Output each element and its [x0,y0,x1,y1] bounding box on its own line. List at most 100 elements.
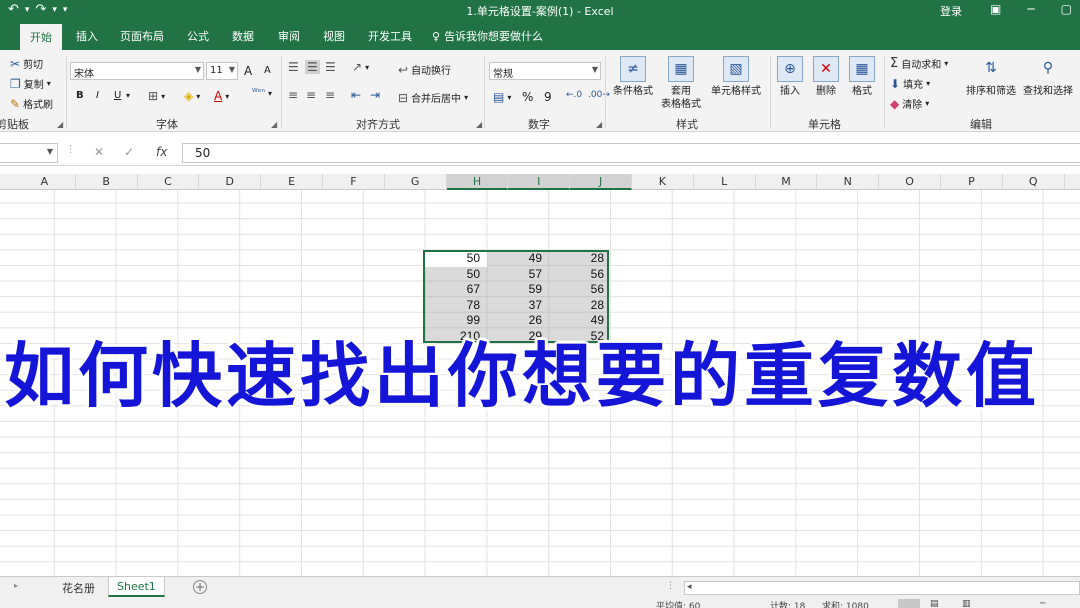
number-format-combo[interactable]: 常规 ▼ [489,62,601,80]
formula-input[interactable]: 50 [182,143,1080,163]
shrink-font-button[interactable]: A [264,65,271,76]
page-layout-view-icon[interactable]: ▤ [930,599,939,608]
minimize-icon[interactable]: ─ [1027,2,1034,16]
column-header-c[interactable]: C [138,174,200,190]
align-bottom-button[interactable]: ☰ [325,60,336,74]
cell-value[interactable]: 28 [547,251,607,266]
find-select-button[interactable]: ⚲ 查找和选择 [1020,56,1076,98]
cancel-icon[interactable]: ✕ [94,145,104,159]
fill-button[interactable]: ⬇ 填充 ▾ [890,76,930,92]
cell-value[interactable]: 59 [485,282,545,297]
cell-value[interactable]: 99 [423,313,483,328]
login-link[interactable]: 登录 [940,3,962,19]
column-header-o[interactable]: O [879,174,941,190]
align-right-button[interactable]: ≡ [325,88,335,102]
insert-function-icon[interactable]: fx [156,145,167,159]
border-button[interactable]: ⊞ ▾ [148,89,165,103]
cell-value[interactable]: 50 [423,251,483,266]
cell-value[interactable]: 50 [423,267,483,282]
tab-developer[interactable]: 开发工具 [368,28,412,44]
column-header-f[interactable]: F [323,174,385,190]
tab-page-layout[interactable]: 页面布局 [120,28,164,44]
column-header-k[interactable]: K [632,174,694,190]
number-launcher-icon[interactable]: ◢ [596,120,602,129]
tab-review[interactable]: 审阅 [278,28,300,44]
comma-style-button[interactable]: 9 [544,90,552,104]
conditional-formatting-button[interactable]: ≠ 条件格式 [610,56,656,98]
sheet-tab-roster[interactable]: 花名册 [54,577,103,597]
decrease-decimal-button[interactable]: .00→ [588,90,610,100]
column-header-m[interactable]: M [756,174,818,190]
scroll-sheets-icon[interactable]: ▸ [14,581,18,590]
column-header-r[interactable]: R [1065,174,1080,190]
maximize-icon[interactable]: ▢ [1061,2,1072,16]
cell-value[interactable]: 49 [547,313,607,328]
align-left-button[interactable]: ≡ [288,88,298,102]
copy-dropdown-icon[interactable]: ▾ [47,79,51,88]
underline-dropdown-icon[interactable]: ▾ [126,91,130,100]
cell-value[interactable]: 67 [423,282,483,297]
cell-value[interactable]: 28 [547,298,607,313]
split-handle-icon[interactable]: ⋮ [666,581,675,591]
phonetic-button[interactable]: ᵂᵉⁿ ▾ [252,88,272,98]
column-header-q[interactable]: Q [1003,174,1065,190]
cell-value[interactable]: 78 [423,298,483,313]
sort-filter-button[interactable]: ⇅ 排序和筛选 [964,56,1018,98]
horizontal-scrollbar[interactable]: ◂ [684,581,1080,595]
percent-button[interactable]: % [522,90,533,104]
cell-value[interactable]: 57 [485,267,545,282]
cell-value[interactable]: 26 [485,313,545,328]
sheet-tab-sheet1[interactable]: Sheet1 [108,577,165,597]
underline-button[interactable]: U [114,90,121,101]
insert-cells-button[interactable]: ⊕ 插入 [774,56,806,98]
increase-indent-button[interactable]: ⇥ [370,88,380,102]
align-top-button[interactable]: ☰ [288,60,299,74]
font-color-button[interactable]: A ▾ [214,89,229,103]
column-header-e[interactable]: E [261,174,323,190]
font-name-combo[interactable]: 宋体 ▼ [70,62,204,80]
tab-home[interactable]: 开始 [20,24,62,50]
cell-styles-button[interactable]: ▧ 单元格样式 [708,56,764,98]
column-header-i[interactable]: I [508,174,571,190]
format-cells-button[interactable]: ▦ 格式 [846,56,878,98]
enter-icon[interactable]: ✓ [124,145,134,159]
grow-font-button[interactable]: A [244,64,252,78]
column-header-a[interactable]: A [14,174,76,190]
orientation-button[interactable]: ↗ ▾ [352,60,369,74]
cell-value[interactable]: 49 [485,251,545,266]
tell-me-box[interactable]: ♀ 告诉我你想要做什么 [432,28,543,44]
align-middle-button[interactable]: ☰ [305,60,320,74]
ribbon-display-options-icon[interactable]: ▣ [990,2,1001,16]
normal-view-icon[interactable] [898,599,920,608]
copy-button[interactable]: ❐ 复制 ▾ [10,76,51,92]
zoom-out-icon[interactable]: ─ [1040,599,1045,608]
cell-value[interactable]: 56 [547,267,607,282]
accounting-format-button[interactable]: ▤ ▾ [493,90,511,104]
cut-button[interactable]: ✂ 剪切 [10,56,43,72]
add-sheet-button[interactable]: + [193,580,207,594]
column-header-h[interactable]: H [446,174,509,190]
tab-data[interactable]: 数据 [232,28,254,44]
column-header-n[interactable]: N [817,174,880,190]
italic-button[interactable]: I [96,90,99,101]
scroll-left-icon[interactable]: ◂ [687,582,692,592]
tab-view[interactable]: 视图 [323,28,345,44]
alignment-launcher-icon[interactable]: ◢ [476,120,482,129]
tab-formulas[interactable]: 公式 [187,28,209,44]
column-header-p[interactable]: P [941,174,1003,190]
delete-cells-button[interactable]: ✕ 删除 [810,56,842,98]
wrap-text-button[interactable]: ↩ 自动换行 [398,62,451,78]
font-size-combo[interactable]: 11 ▼ [206,62,238,80]
fill-color-button[interactable]: ◈ ▾ [184,89,200,103]
format-painter-button[interactable]: ✎ 格式刷 [10,96,53,112]
clear-button[interactable]: ◆ 清除 ▾ [890,96,929,112]
column-header-j[interactable]: J [570,174,632,190]
cell-value[interactable]: 37 [485,298,545,313]
merge-center-button[interactable]: ⊟ 合并后居中 ▾ [398,90,468,106]
format-as-table-button[interactable]: ▦ 套用 表格格式 [656,56,706,111]
cell-value[interactable]: 56 [547,282,607,297]
tab-insert[interactable]: 插入 [76,28,98,44]
clipboard-launcher-icon[interactable]: ◢ [57,120,63,129]
column-header-b[interactable]: B [76,174,138,190]
column-header-g[interactable]: G [385,174,447,190]
